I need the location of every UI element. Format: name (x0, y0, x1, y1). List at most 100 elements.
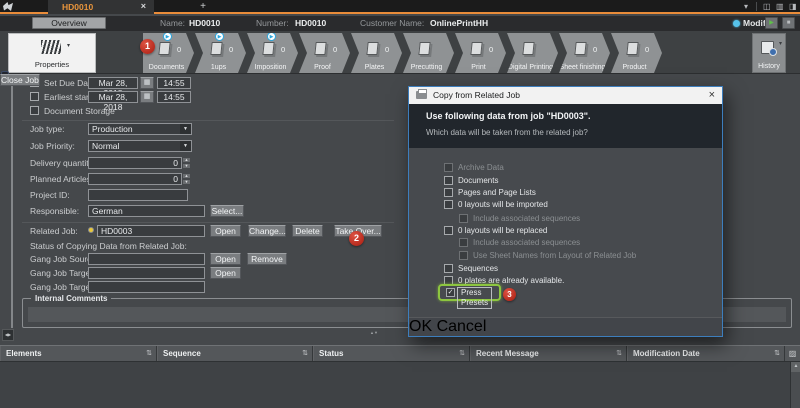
table-settings-icon[interactable]: ▨ (785, 346, 800, 361)
dialog-title-bar[interactable]: Copy from Related Job × (409, 87, 722, 104)
splitter-collapse-icon[interactable]: ▲▼ (370, 330, 378, 335)
gang-target-input[interactable] (88, 267, 205, 279)
delivery-quantity-input[interactable]: 0 (88, 157, 182, 169)
archive-data-checkbox[interactable] (444, 163, 453, 172)
play-icon[interactable]: ▶ (267, 32, 276, 41)
gang-source-input[interactable] (88, 253, 205, 265)
step-imposition[interactable]: ▶ 0 Imposition (247, 33, 298, 73)
column-sequence[interactable]: Sequence ⇅ (157, 346, 313, 361)
open-related-button[interactable]: Open (210, 225, 241, 237)
scroll-left-right-icon[interactable]: ◀▶ (2, 329, 14, 341)
chevron-down-icon[interactable]: ▼ (180, 124, 191, 134)
sort-icon[interactable]: ⇅ (774, 346, 780, 361)
column-modification-date[interactable]: Modification Date ⇅ (627, 346, 785, 361)
quantity-stepper[interactable]: ▲▼ (182, 157, 191, 169)
history-button[interactable]: ▾ History (752, 33, 786, 73)
copy-status-label: Status of Copying Data from Related Job: (30, 240, 187, 252)
articles-stepper[interactable]: ▲▼ (182, 173, 191, 185)
sort-icon[interactable]: ⇅ (146, 346, 152, 361)
layouts-replaced-checkbox[interactable] (444, 226, 453, 235)
document-storage-label: Document Storage (44, 105, 115, 117)
calendar-button[interactable]: ▦ (140, 77, 154, 89)
gang-source-remove-button[interactable]: Remove (247, 253, 287, 265)
job-tab[interactable]: HD0010 × (48, 0, 154, 14)
close-job-button[interactable]: Close Job (0, 74, 40, 86)
ok-button[interactable]: OK (409, 318, 432, 335)
step-plates[interactable]: 0 Plates (351, 33, 402, 73)
job-type-select[interactable]: Production ▼ (88, 123, 192, 135)
step-label: Sheet finishing (559, 64, 606, 71)
press-presets-checkbox[interactable]: ✓ (446, 288, 455, 297)
layout-detach-icon[interactable]: ◨ (789, 0, 797, 13)
overview-button[interactable]: Overview (32, 17, 106, 29)
customer-label: Customer Name: (360, 16, 424, 31)
sort-icon[interactable]: ⇅ (302, 346, 308, 361)
delivery-quantity-label: Delivery quantity: (30, 157, 95, 169)
layouts-imported-checkbox[interactable] (444, 200, 453, 209)
job-priority-select[interactable]: Normal ▼ (88, 140, 192, 152)
step-digital-printing[interactable]: Digital Printing (507, 33, 558, 73)
run-button[interactable]: ▶ (765, 17, 778, 29)
column-elements[interactable]: Elements ⇅ (0, 346, 157, 361)
planned-articles-input[interactable]: 0 (88, 173, 182, 185)
step-badge-3: 3 (503, 288, 516, 301)
sequences-checkbox[interactable] (444, 264, 453, 273)
responsible-input[interactable]: German (88, 205, 205, 217)
scroll-up-icon[interactable]: ▲ (791, 362, 800, 372)
project-id-input[interactable] (88, 189, 188, 201)
checkbox-label: 0 layouts will be imported (458, 200, 548, 210)
include-sequences-checkbox[interactable] (459, 214, 468, 223)
tab-close-icon[interactable]: × (141, 0, 146, 13)
column-recent-message[interactable]: Recent Message ⇅ (470, 346, 627, 361)
layout-split-icon[interactable]: ◫ (763, 0, 771, 13)
dialog-close-icon[interactable]: × (709, 87, 715, 103)
chevron-down-icon[interactable]: ▼ (180, 141, 191, 151)
properties-button[interactable]: ▾ Properties (8, 33, 96, 73)
pages-checkbox[interactable] (444, 188, 453, 197)
related-job-icon (88, 227, 94, 233)
step-down-icon[interactable]: ▼ (182, 179, 191, 185)
column-status[interactable]: Status ⇅ (313, 346, 470, 361)
new-tab-button[interactable]: + (196, 0, 210, 13)
step-precutting[interactable]: Precutting (403, 33, 454, 73)
due-date-input[interactable]: Mar 28, 2018 (88, 77, 138, 89)
step-sheet-finishing[interactable]: 0 Sheet finishing (559, 33, 610, 73)
step-down-icon[interactable]: ▼ (182, 163, 191, 169)
press-presets-label[interactable]: Press Presets (457, 287, 492, 309)
earliest-time-input[interactable]: 14:55 (157, 91, 191, 103)
delete-button[interactable]: Delete (292, 225, 323, 237)
checkbox-label: 0 layouts will be replaced (458, 226, 547, 236)
number-value: HD0010 (295, 16, 326, 31)
step-1ups[interactable]: ▶ 0 1ups (195, 33, 246, 73)
calendar-button[interactable]: ▦ (140, 91, 154, 103)
cancel-button[interactable]: Cancel (437, 318, 487, 335)
gang-target-open-button[interactable]: Open (210, 267, 241, 279)
earliest-start-checkbox[interactable] (30, 92, 39, 101)
sort-icon[interactable]: ⇅ (459, 346, 465, 361)
step-proof[interactable]: 0 Proof (299, 33, 350, 73)
use-sheet-names-checkbox[interactable] (459, 251, 468, 260)
due-time-input[interactable]: 14:55 (157, 77, 191, 89)
sort-icon[interactable]: ⇅ (616, 346, 622, 361)
play-icon[interactable]: ▶ (215, 32, 224, 41)
gang-sheets-input[interactable] (88, 281, 205, 293)
play-icon[interactable]: ▶ (163, 32, 172, 41)
related-job-input[interactable]: HD0003 (97, 225, 205, 237)
elements-table: Elements ⇅ Sequence ⇅ Status ⇅ Recent Me… (0, 345, 800, 408)
step-print[interactable]: 0 Print (455, 33, 506, 73)
table-scrollbar[interactable]: ▲ (790, 362, 800, 408)
earliest-date-input[interactable]: Mar 28, 2018 (88, 91, 138, 103)
chevron-down-icon[interactable]: ▾ (744, 0, 748, 13)
select-button[interactable]: Select... (210, 205, 244, 217)
include-sequences-checkbox[interactable] (459, 238, 468, 247)
documents-checkbox[interactable] (444, 176, 453, 185)
change-button[interactable]: Change... (248, 225, 286, 237)
layout-grid-icon[interactable]: ▥ (776, 0, 784, 13)
job-type-label: Job type: (30, 123, 65, 135)
gang-source-open-button[interactable]: Open (210, 253, 241, 265)
document-storage-checkbox[interactable] (30, 106, 39, 115)
job-header-bar: Overview Name: HD0010 Number: HD0010 Cus… (0, 16, 800, 31)
stop-button[interactable]: ■ (782, 17, 795, 29)
step-product[interactable]: 0 Product (611, 33, 662, 73)
step-label: Documents (143, 64, 190, 71)
